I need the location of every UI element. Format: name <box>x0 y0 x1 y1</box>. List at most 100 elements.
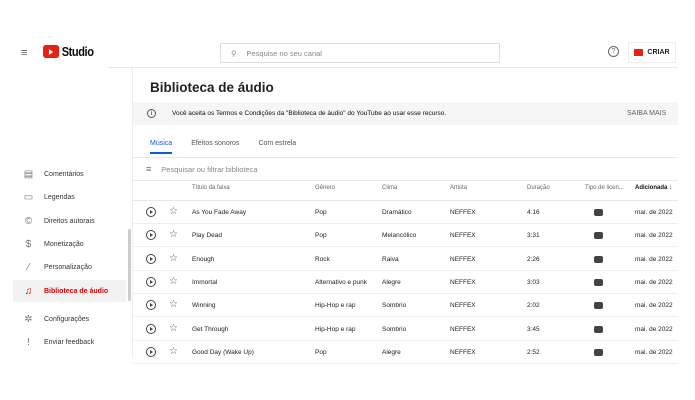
banner-text: Você aceita os Termos e Condições da "Bi… <box>172 110 447 117</box>
added-date: mai. de 2022 <box>635 348 673 356</box>
column-added[interactable]: Adicionada ↓ <box>635 185 672 191</box>
column-artist[interactable]: Artista <box>450 185 467 191</box>
copyright-icon: © <box>24 215 33 227</box>
duration: 4:16 <box>527 209 540 216</box>
genre: Pop <box>315 232 327 240</box>
table-row[interactable]: ☆ Good Day (Wake Up) Pop Alegre NEFFEX 2… <box>133 341 678 364</box>
duration: 3:45 <box>527 325 540 333</box>
create-label: CRIAR <box>647 49 670 56</box>
column-title[interactable]: Título da faixa <box>192 185 230 191</box>
artist[interactable]: NEFFEX <box>450 256 476 263</box>
youtube-studio-logo[interactable]: Studio <box>43 44 94 59</box>
sidebar-item-label: Biblioteca de áudio <box>44 287 109 295</box>
genre: Rock <box>315 255 330 263</box>
sidebar-item-4[interactable]: ⁄ Personalização <box>13 256 126 278</box>
artist[interactable]: NEFFEX <box>450 232 476 239</box>
added-date: mai. de 2022 <box>635 302 673 310</box>
youtube-license-icon <box>594 302 603 310</box>
table-row[interactable]: ☆ As You Fade Away Pop Dramático NEFFEX … <box>133 201 678 224</box>
sidebar-item-2[interactable]: © Direitos autorais <box>13 210 126 232</box>
mood: Alegre <box>382 348 401 356</box>
sidebar-item-5[interactable]: ♫ Biblioteca de áudio <box>13 280 126 302</box>
sidebar-item-7[interactable]: ! Enviar feedback <box>13 331 126 353</box>
dollar-icon: $ <box>25 238 32 250</box>
sidebar-item-3[interactable]: $ Monetização <box>13 233 126 255</box>
magic-wand-icon: ⁄ <box>27 261 30 273</box>
play-icon[interactable] <box>146 323 156 334</box>
track-title: Winning <box>192 302 216 310</box>
table-row[interactable]: ☆ Play Dead Pop Melancólico NEFFEX 3:31 … <box>133 224 678 248</box>
play-icon[interactable] <box>146 300 156 311</box>
column-duration[interactable]: Duração <box>527 185 550 191</box>
genre: Alternativo e punk <box>315 278 368 286</box>
terms-banner: i Você aceita os Termos e Condições da "… <box>133 102 678 125</box>
added-date: mai. de 2022 <box>635 255 673 263</box>
genre: Hip-Hop e rap <box>315 325 356 333</box>
star-icon[interactable]: ☆ <box>169 229 178 240</box>
filter-placeholder: Pesquisar ou filtrar biblioteca <box>161 164 258 174</box>
audio-library-icon: ♫ <box>24 285 33 297</box>
track-title: As You Fade Away <box>192 209 247 216</box>
video-camera-icon <box>634 49 644 56</box>
sidebar-item-label: Monetização <box>44 240 84 248</box>
mood: Sombrio <box>382 325 407 333</box>
play-icon[interactable] <box>146 207 156 217</box>
sidebar-item-6[interactable]: ✲ Configurações <box>13 308 126 330</box>
duration: 2:52 <box>527 348 540 356</box>
play-icon[interactable] <box>146 253 156 264</box>
table-row[interactable]: ☆ Enough Rock Raiva NEFFEX 2:26 mai. de … <box>133 248 678 271</box>
track-title: Play Dead <box>192 232 222 240</box>
play-icon[interactable] <box>146 276 156 287</box>
youtube-license-icon <box>594 325 603 333</box>
track-title: Enough <box>192 255 215 263</box>
table-row[interactable]: ☆ Winning Hip-Hop e rap Sombrio NEFFEX 2… <box>133 294 678 318</box>
artist[interactable]: NEFFEX <box>450 349 476 356</box>
artist[interactable]: NEFFEX <box>450 209 476 216</box>
sidebar-item-label: Personalização <box>44 263 92 271</box>
search-input[interactable]: ⚲ Pesquise no seu canal <box>220 43 500 63</box>
sidebar-item-1[interactable]: ▭ Legendas <box>13 186 126 208</box>
artist[interactable]: NEFFEX <box>450 302 476 309</box>
track-title: Get Through <box>192 325 229 333</box>
added-date: mai. de 2022 <box>635 232 673 240</box>
star-icon[interactable]: ☆ <box>169 346 178 357</box>
search-placeholder: Pesquise no seu canal <box>246 48 322 58</box>
table-row[interactable]: ☆ Get Through Hip-Hop e rap Sombrio NEFF… <box>133 318 678 341</box>
youtube-license-icon <box>594 232 603 240</box>
sidebar-scrollbar[interactable] <box>128 229 131 301</box>
filter-input[interactable]: ≡ Pesquisar ou filtrar biblioteca <box>146 164 258 174</box>
help-icon[interactable]: ? <box>608 46 619 57</box>
gear-icon: ✲ <box>24 313 33 325</box>
column-mood[interactable]: Clima <box>382 185 397 191</box>
filter-icon: ≡ <box>146 164 152 174</box>
play-icon[interactable] <box>146 230 156 241</box>
sidebar-item-label: Configurações <box>44 315 90 323</box>
column-genre[interactable]: Gênero <box>315 185 335 191</box>
logo-text: Studio <box>61 44 94 59</box>
star-icon[interactable]: ☆ <box>169 276 178 287</box>
tab-sound-effects[interactable]: Efeitos sonoros <box>191 140 239 154</box>
comment-icon: ▤ <box>23 168 34 180</box>
mood: Sombrio <box>382 302 407 310</box>
table-row[interactable]: ☆ Immortal Alternativo e punk Alegre NEF… <box>133 271 678 294</box>
star-icon[interactable]: ☆ <box>169 206 178 217</box>
star-icon[interactable]: ☆ <box>169 253 178 264</box>
create-button[interactable]: CRIAR <box>628 42 676 63</box>
sidebar-item-0[interactable]: ▤ Comentários <box>13 163 126 185</box>
duration: 3:31 <box>527 232 540 240</box>
header-divider <box>108 67 678 68</box>
duration: 3:03 <box>527 278 540 286</box>
column-license[interactable]: Tipo de licen... <box>585 185 624 191</box>
artist[interactable]: NEFFEX <box>450 326 476 333</box>
genre: Hip-Hop e rap <box>315 302 356 310</box>
artist[interactable]: NEFFEX <box>450 279 476 286</box>
tab-starred[interactable]: Com estrela <box>258 140 296 154</box>
youtube-license-icon <box>594 209 603 216</box>
star-icon[interactable]: ☆ <box>169 323 178 334</box>
menu-icon[interactable]: ≡ <box>21 47 31 59</box>
learn-more-link[interactable]: SAIBA MAIS <box>627 110 666 117</box>
star-icon[interactable]: ☆ <box>169 299 178 310</box>
tab-music[interactable]: Música <box>150 140 173 154</box>
track-title: Immortal <box>192 278 218 286</box>
play-icon[interactable] <box>146 346 156 357</box>
